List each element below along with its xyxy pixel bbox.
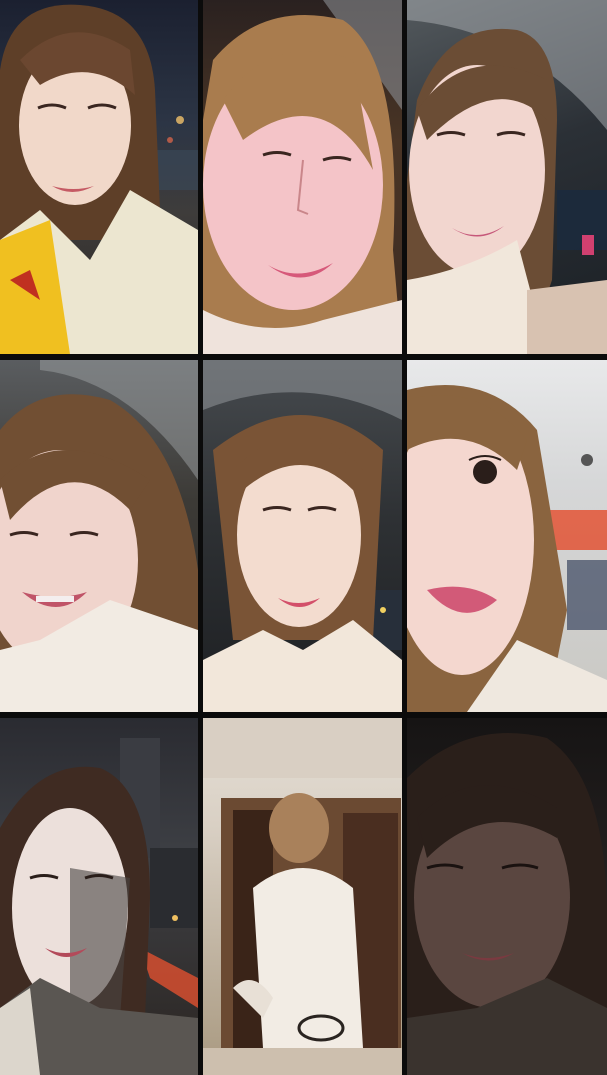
photo-7-illustration [0, 738, 198, 1075]
photo-tile-2 [203, 0, 402, 354]
photo-collage-grid [0, 0, 607, 1075]
photo-tile-1 [0, 0, 198, 354]
photo-tile-3 [407, 0, 607, 354]
photo-tile-9 [407, 718, 607, 1075]
photo-tile-6 [407, 360, 607, 712]
photo-tile-7 [0, 718, 198, 1075]
photo-9-illustration [407, 733, 607, 1075]
photo-tile-8 [203, 718, 402, 1075]
photo-3-illustration [407, 0, 607, 354]
photo-tile-5 [203, 360, 402, 712]
photo-2-illustration [203, 0, 402, 354]
photo-8-illustration [203, 718, 402, 1075]
photo-5-illustration [203, 360, 402, 712]
photo-tile-4 [0, 360, 198, 712]
photo-6-illustration [407, 385, 607, 712]
photo-1-illustration [0, 4, 198, 354]
photo-4-illustration [0, 360, 198, 712]
